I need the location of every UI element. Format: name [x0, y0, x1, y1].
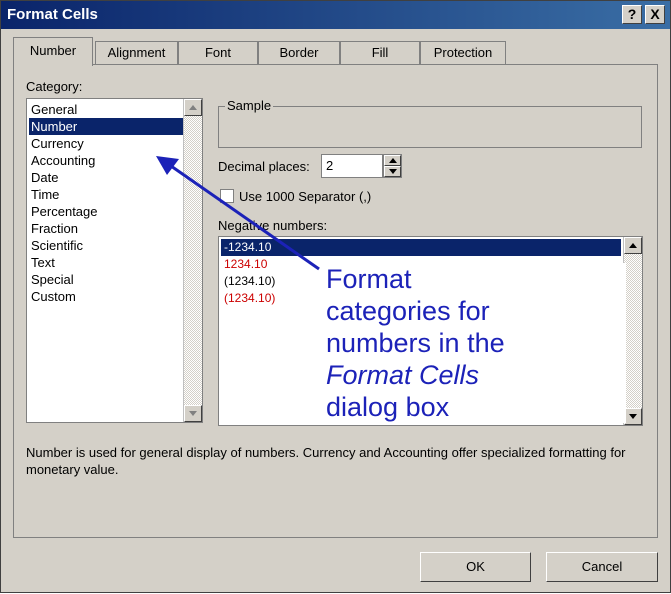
cancel-button[interactable]: Cancel [546, 552, 658, 582]
arrow-shaft [170, 164, 320, 271]
ok-button[interactable]: OK [420, 552, 531, 582]
tab-number[interactable]: Number [13, 37, 93, 66]
arrow-head-icon [156, 156, 179, 175]
annotation-arrow [156, 156, 320, 271]
category-description: Number is used for general display of nu… [26, 445, 626, 477]
format-cells-dialog: Format Cells ? X Number Alignment Font B… [0, 0, 671, 593]
